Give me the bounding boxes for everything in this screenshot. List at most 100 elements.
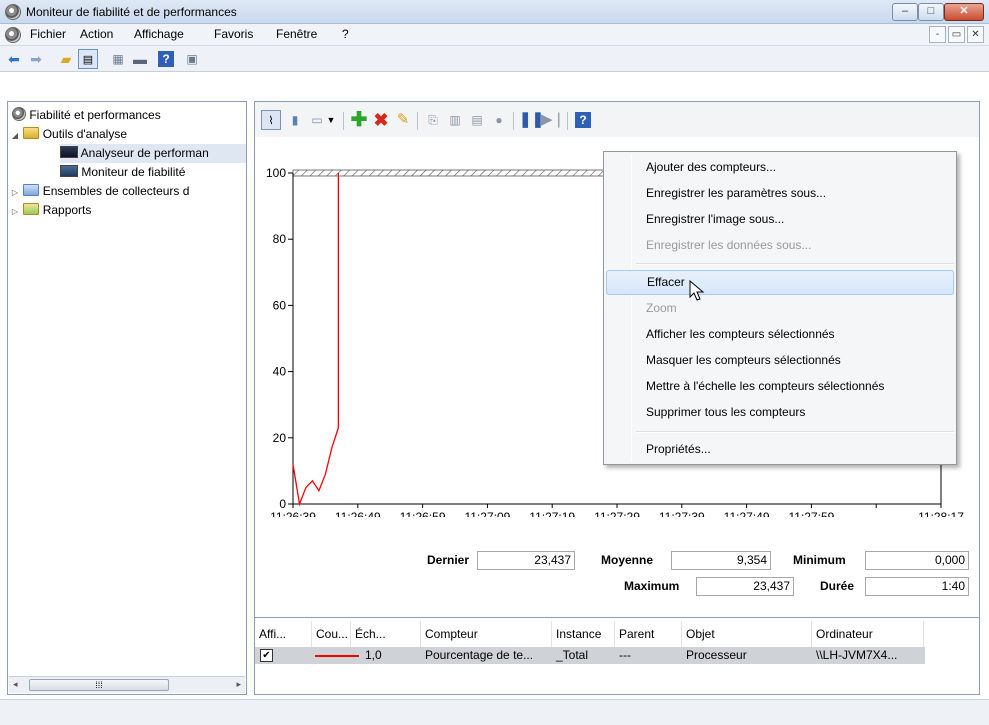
tree-item-label: Analyseur de performan	[80, 146, 209, 160]
monitor-toolbar: ⌇ ▮ ▭ ▼ ✚ ✖ ✎ ⎘ ▥ ▤ ● ❚❚ ▶❘ ?	[255, 102, 979, 137]
maximize-button[interactable]: □	[918, 3, 944, 21]
copy-properties-icon[interactable]: ⎘	[423, 110, 443, 130]
navigation-tree: Fiabilité et performances ◢ Outils d'ana…	[7, 101, 247, 695]
legend-header-scale[interactable]: Éch...	[351, 621, 421, 647]
freeze-display-icon[interactable]: ❚❚	[519, 110, 544, 130]
menu-separator	[636, 263, 954, 265]
menu-help[interactable]: ?	[338, 27, 353, 43]
x-tick-label: 11:26:49	[335, 510, 381, 517]
help-icon[interactable]: ?	[158, 51, 174, 67]
toolbar-separator	[513, 112, 514, 130]
mdi-minimize-button[interactable]: -	[929, 26, 946, 43]
collapsed-triangle-icon[interactable]: ▷	[10, 203, 20, 221]
scroll-left-icon[interactable]: ◂	[13, 679, 18, 690]
menu-favoris[interactable]: Favoris	[210, 27, 257, 43]
minimize-button[interactable]: –	[892, 3, 918, 21]
legend-header-color[interactable]: Cou...	[312, 621, 351, 647]
highlight-icon[interactable]: ✎	[393, 110, 413, 130]
tree-item-root[interactable]: Fiabilité et performances	[12, 106, 161, 125]
tree-item-label: Ensembles de collecteurs d	[42, 184, 190, 198]
tree-item-outils[interactable]: ◢ Outils d'analyse	[10, 125, 127, 144]
legend-cell-instance: _Total	[556, 648, 589, 662]
title-bar: Moniteur de fiabilité et de performances…	[0, 0, 989, 24]
menu-fenetre[interactable]: Fenêtre	[272, 27, 321, 43]
x-tick-label: 11:27:09	[464, 510, 510, 517]
chevron-down-icon[interactable]: ▼	[325, 110, 337, 130]
toolbar: ⬅ ➡ ▰ ▤ ▦ ▬ ? ▣	[0, 46, 989, 72]
graph-view-icon[interactable]: ⌇	[261, 110, 281, 130]
y-tick-label: 0	[279, 497, 286, 511]
help-icon[interactable]: ?	[575, 112, 591, 128]
menu-item-effacer[interactable]: Effacer	[606, 270, 954, 295]
close-button[interactable]: ✕	[944, 3, 984, 21]
legend-header-instance[interactable]: Instance	[552, 621, 615, 647]
reports-icon	[23, 203, 40, 215]
change-graph-type-icon[interactable]: ▭	[307, 110, 327, 130]
legend-header-object[interactable]: Objet	[682, 621, 812, 647]
reliability-monitor-icon	[60, 165, 78, 177]
x-tick-label: 11:27:59	[788, 510, 834, 517]
menu-item-zoom[interactable]: Zoom	[606, 296, 954, 321]
series-line	[292, 173, 340, 507]
horizontal-scrollbar[interactable]: ◂ ⁞⁞⁞ ▸	[9, 676, 245, 693]
stat-label-minimum: Minimum	[793, 553, 846, 567]
tree-item-analyseur[interactable]: Analyseur de performan	[60, 144, 246, 163]
menu-item-supprimer-compteurs[interactable]: Supprimer tous les compteurs	[606, 400, 954, 425]
menu-item-masquer-compteurs[interactable]: Masquer les compteurs sélectionnés	[606, 348, 954, 373]
scroll-thumb[interactable]: ⁞⁞⁞	[29, 679, 169, 691]
expanded-triangle-icon[interactable]: ◢	[10, 127, 20, 145]
x-tick-label: 11:27:29	[594, 510, 640, 517]
x-tick-label: 11:27:49	[724, 510, 770, 517]
action-pane-icon[interactable]: ▣	[182, 49, 202, 69]
menu-item-enregistrer-parametres[interactable]: Enregistrer les paramètres sous...	[606, 181, 954, 206]
toolbar-separator	[417, 112, 418, 130]
print-icon[interactable]: ▬	[130, 49, 150, 69]
up-folder-icon[interactable]: ▰	[56, 49, 76, 69]
legend-header-show[interactable]: Affi...	[255, 621, 312, 647]
legend-cell-counter: Pourcentage de te...	[425, 648, 534, 662]
show-tree-icon[interactable]: ▤	[78, 49, 98, 69]
status-bar	[0, 699, 989, 725]
x-tick-label: 11:27:39	[659, 510, 705, 517]
legend-cell-scale: 1,0	[365, 648, 382, 662]
y-tick-label: 40	[273, 365, 287, 379]
menu-affichage[interactable]: Affichage	[130, 27, 188, 43]
update-data-icon[interactable]: ▶❘	[541, 110, 565, 130]
show-checkbox[interactable]: ✔	[260, 649, 273, 662]
properties-icon[interactable]: ▤	[467, 110, 487, 130]
menu-item-enregistrer-image[interactable]: Enregistrer l'image sous...	[606, 207, 954, 232]
menu-item-enregistrer-donnees[interactable]: Enregistrer les données sous...	[606, 233, 954, 258]
paste-list-icon[interactable]: ▥	[445, 110, 465, 130]
tree-item-label: Outils d'analyse	[42, 127, 128, 141]
x-tick-label: 11:28:17	[918, 510, 964, 517]
menu-separator	[636, 431, 954, 433]
menu-item-proprietes[interactable]: Propriétés...	[606, 437, 954, 462]
zoom-icon[interactable]: ●	[489, 110, 509, 130]
menu-item-ajouter-compteurs[interactable]: Ajouter des compteurs...	[606, 155, 954, 180]
legend-header-parent[interactable]: Parent	[615, 621, 682, 647]
menu-item-afficher-compteurs[interactable]: Afficher les compteurs sélectionnés	[606, 322, 954, 347]
stat-value-maximum: 23,437	[696, 577, 794, 596]
x-tick-label: 11:26:59	[400, 510, 446, 517]
tree-item-fiabilite[interactable]: Moniteur de fiabilité	[60, 163, 185, 182]
stat-label-duree: Durée	[820, 579, 855, 593]
mdi-close-button[interactable]: ✕	[967, 26, 984, 43]
menu-fichier[interactable]: Fichier	[26, 27, 70, 43]
menu-item-mettre-echelle[interactable]: Mettre à l'échelle les compteurs sélecti…	[606, 374, 954, 399]
add-counter-icon[interactable]: ✚	[349, 110, 369, 130]
menu-action[interactable]: Action	[76, 27, 117, 43]
legend-header-counter[interactable]: Compteur	[421, 621, 552, 647]
scroll-right-icon[interactable]: ▸	[236, 679, 241, 690]
tree-item-rapports[interactable]: ▷ Rapports	[10, 201, 91, 220]
mdi-restore-button[interactable]: ▭	[948, 26, 965, 43]
legend-header-computer[interactable]: Ordinateur	[812, 621, 924, 647]
context-menu: Ajouter des compteurs... Enregistrer les…	[603, 151, 957, 465]
collapsed-triangle-icon[interactable]: ▷	[10, 184, 20, 202]
delete-counter-icon[interactable]: ✖	[371, 110, 391, 130]
export-list-icon[interactable]: ▦	[108, 49, 128, 69]
histogram-icon[interactable]: ▮	[285, 110, 305, 130]
tree-item-ensembles[interactable]: ▷ Ensembles de collecteurs d	[10, 182, 189, 201]
back-arrow-icon[interactable]: ⬅	[4, 49, 24, 69]
forward-arrow-icon[interactable]: ➡	[26, 49, 46, 69]
performance-monitor-icon	[60, 146, 78, 158]
